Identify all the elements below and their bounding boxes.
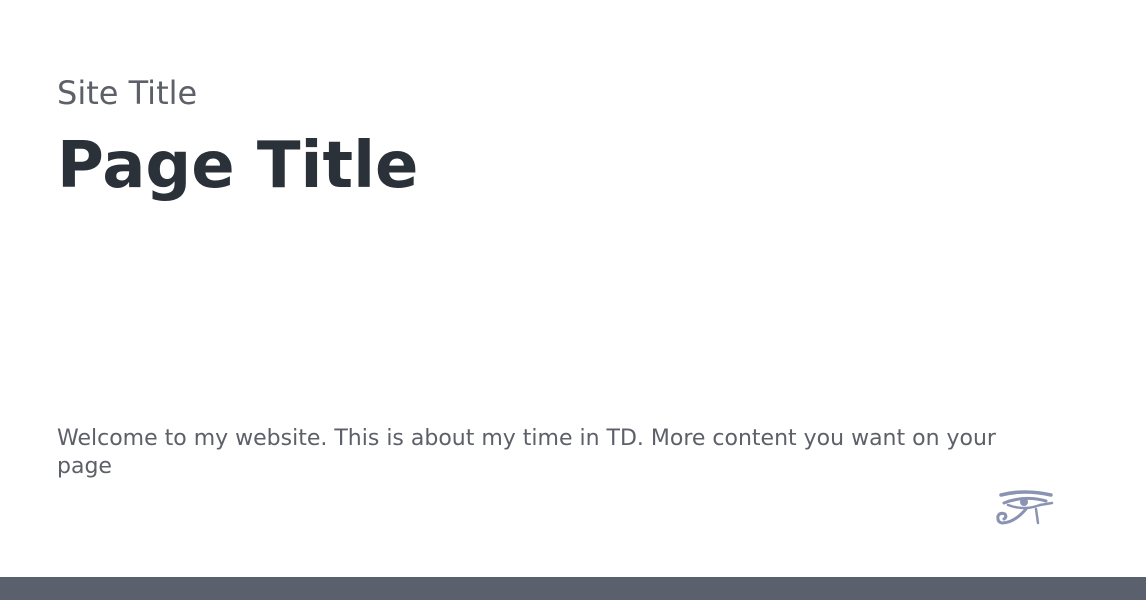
welcome-text: Welcome to my website. This is about my … xyxy=(57,426,996,479)
eye-of-horus-icon xyxy=(996,489,1056,531)
page-title: Page Title xyxy=(57,129,419,203)
page: Site Title Page Title Welcome to my webs… xyxy=(0,0,1146,600)
site-title[interactable]: Site Title xyxy=(57,74,197,112)
footer-bar xyxy=(0,577,1146,600)
